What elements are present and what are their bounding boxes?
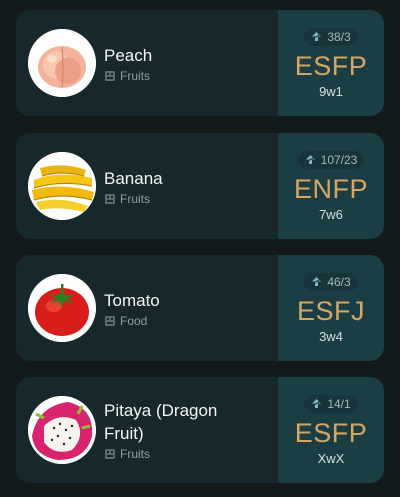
item-category: Fruits bbox=[104, 69, 254, 83]
profile-card[interactable]: Peach Fruits 38/3 ESFP 9w1 bbox=[16, 10, 384, 116]
votes-count: 38/3 bbox=[327, 29, 351, 44]
votes-badge: 38/3 bbox=[304, 27, 358, 46]
mbti-type: ENFP bbox=[293, 173, 368, 204]
avatar bbox=[28, 29, 96, 97]
votes-badge: 46/3 bbox=[304, 272, 358, 291]
item-name: Peach bbox=[104, 45, 153, 65]
category-label: Food bbox=[120, 313, 148, 328]
enneagram-type: XwX bbox=[317, 450, 345, 466]
enneagram-type: 3w4 bbox=[319, 328, 343, 344]
tomato-icon bbox=[28, 274, 96, 342]
votes-badge: 14/1 bbox=[304, 394, 358, 413]
personality-panel: 38/3 ESFP 9w1 bbox=[278, 10, 384, 116]
mbti-type: ESFP bbox=[294, 50, 368, 81]
personality-panel: 14/1 ESFP XwX bbox=[278, 377, 384, 483]
card-main: Peach Fruits bbox=[16, 10, 278, 116]
avatar bbox=[28, 152, 96, 220]
card-info: Banana Fruits bbox=[104, 167, 254, 206]
category-label: Fruits bbox=[120, 447, 150, 461]
enneagram-type: 9w1 bbox=[319, 83, 343, 99]
item-name: Banana bbox=[104, 168, 163, 188]
votes-count: 46/3 bbox=[327, 274, 351, 289]
avatar bbox=[28, 274, 96, 342]
personality-panel: 107/23 ENFP 7w6 bbox=[278, 133, 384, 239]
enneagram-type: 7w6 bbox=[319, 206, 343, 222]
item-name: Pitaya (Dragon Fruit) bbox=[104, 401, 218, 443]
profile-card[interactable]: Banana Fruits 107/23 ENFP 7w6 bbox=[16, 133, 384, 239]
votes-badge: 107/23 bbox=[297, 150, 365, 169]
card-main: Banana Fruits bbox=[16, 133, 278, 239]
vote-icon bbox=[311, 31, 322, 42]
item-category: Fruits bbox=[104, 447, 254, 461]
category-label: Fruits bbox=[120, 191, 150, 206]
item-name: Tomato bbox=[104, 290, 160, 310]
profile-card[interactable]: Tomato Food 46/3 ESFJ 3w4 bbox=[16, 255, 384, 361]
card-main: Pitaya (Dragon Fruit) Fruits bbox=[16, 377, 278, 483]
card-info: Tomato Food bbox=[104, 289, 254, 328]
peach-icon bbox=[28, 29, 96, 97]
category-icon bbox=[104, 315, 116, 327]
item-category: Fruits bbox=[104, 192, 254, 206]
category-label: Fruits bbox=[120, 68, 150, 83]
votes-count: 14/1 bbox=[327, 396, 351, 411]
profile-card[interactable]: Pitaya (Dragon Fruit) Fruits 14/1 ESFP X… bbox=[16, 377, 384, 483]
category-icon bbox=[104, 70, 116, 82]
vote-icon bbox=[311, 276, 322, 287]
vote-icon bbox=[311, 398, 322, 409]
mbti-type: ESFJ bbox=[296, 295, 365, 326]
banana-icon bbox=[28, 152, 96, 220]
item-category: Food bbox=[104, 314, 254, 328]
category-icon bbox=[104, 193, 116, 205]
personality-panel: 46/3 ESFJ 3w4 bbox=[278, 255, 384, 361]
vote-icon bbox=[305, 154, 316, 165]
mbti-type: ESFP bbox=[294, 417, 368, 448]
card-info: Pitaya (Dragon Fruit) Fruits bbox=[104, 399, 254, 461]
avatar bbox=[28, 396, 96, 464]
category-icon bbox=[104, 448, 116, 460]
card-info: Peach Fruits bbox=[104, 44, 254, 83]
pitaya-icon bbox=[28, 396, 96, 464]
profile-list: Peach Fruits 38/3 ESFP 9w1 Banana Fruits… bbox=[0, 0, 400, 497]
card-main: Tomato Food bbox=[16, 255, 278, 361]
votes-count: 107/23 bbox=[320, 152, 358, 167]
